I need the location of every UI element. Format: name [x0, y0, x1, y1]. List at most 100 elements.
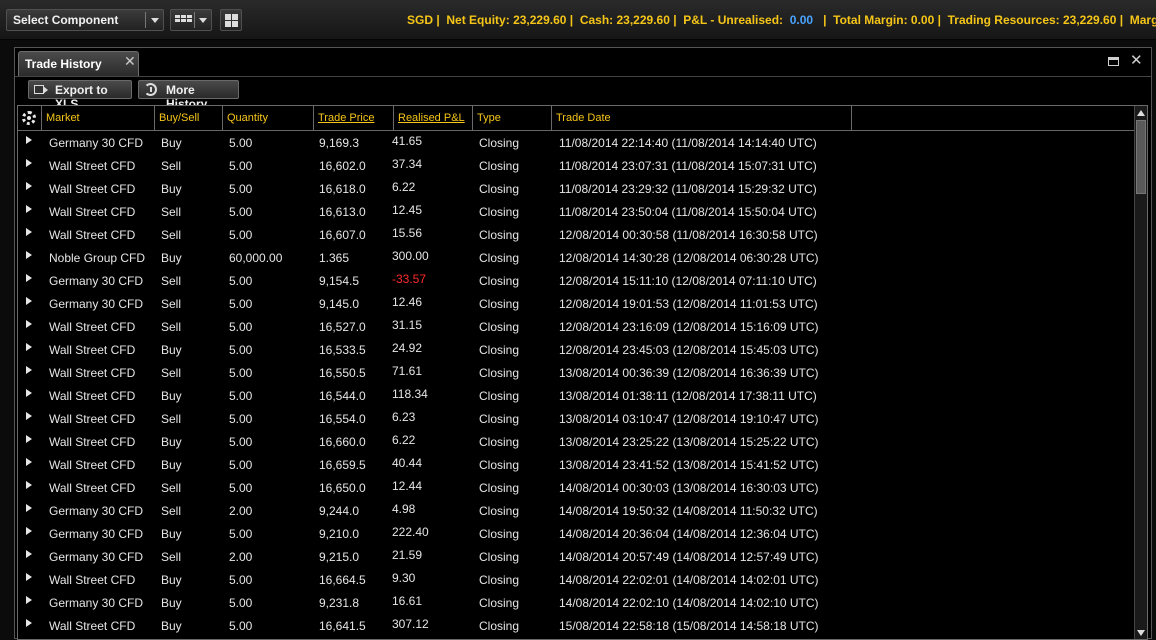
maximize-icon[interactable] — [1108, 57, 1119, 66]
column-header-trade-date[interactable]: Trade Date — [552, 106, 852, 131]
trade-date-cell: 14/08/2014 22:02:01 (14/08/2014 14:02:01… — [559, 573, 819, 587]
trade-price-cell: 16,613.0 — [319, 205, 366, 219]
trade-date-cell: 12/08/2014 15:11:10 (12/08/2014 07:11:10… — [559, 274, 817, 288]
table-row[interactable]: Wall Street CFD Buy 5.00 16,544.0 118.34 Clos… — [18, 385, 1134, 408]
expand-row-icon[interactable] — [26, 274, 32, 282]
quantity-cell: 5.00 — [229, 412, 253, 426]
export-to-xls-button[interactable]: Export to XLS — [28, 80, 132, 111]
column-header-buy-sell[interactable]: Buy/Sell — [155, 106, 223, 131]
vertical-scrollbar[interactable] — [1134, 106, 1147, 639]
table-row[interactable]: Wall Street CFD Sell 5.00 16,602.0 37.34 Clos… — [18, 155, 1134, 178]
table-row[interactable]: Germany 30 CFD Buy 5.00 9,231.8 16.61 Closing… — [18, 592, 1134, 615]
expand-row-icon[interactable] — [26, 481, 32, 489]
expand-row-icon[interactable] — [26, 550, 32, 558]
trade-price-cell: 9,244.0 — [319, 504, 360, 518]
expand-row-icon[interactable] — [26, 504, 32, 512]
table-row[interactable]: Wall Street CFD Sell 5.00 16,650.0 12.44 Clos… — [18, 477, 1134, 500]
trade-price-cell: 1.365 — [319, 251, 350, 265]
trade-price-cell: 9,210.0 — [319, 527, 360, 541]
expand-row-icon[interactable] — [26, 136, 32, 144]
expand-row-icon[interactable] — [26, 182, 32, 190]
table-row[interactable]: Noble Group CFD Buy 60,000.00 1.365 300.00 Cl… — [18, 247, 1134, 270]
close-icon[interactable]: ✕ — [1130, 51, 1143, 69]
expand-row-icon[interactable] — [26, 320, 32, 328]
table-row[interactable]: Wall Street CFD Sell 5.00 16,607.0 15.56 Clos… — [18, 224, 1134, 247]
quantity-cell: 5.00 — [229, 274, 253, 288]
window-tab[interactable]: Trade History ✕ — [18, 51, 139, 76]
table-row[interactable]: Germany 30 CFD Sell 5.00 9,154.5 -33.57 Closi… — [18, 270, 1134, 293]
pnl-unrealised-value[interactable]: 0.00 — [790, 13, 813, 27]
expand-row-icon[interactable] — [26, 619, 32, 627]
market-cell: Wall Street CFD — [49, 366, 136, 380]
expand-row-icon[interactable] — [26, 205, 32, 213]
market-cell: Germany 30 CFD — [49, 504, 144, 518]
table-row[interactable]: Wall Street CFD Sell 5.00 16,554.0 6.23 Closi… — [18, 408, 1134, 431]
column-header-realised-pnl[interactable]: Realised P&L — [394, 106, 473, 131]
quantity-cell: 5.00 — [229, 228, 253, 242]
quantity-cell: 5.00 — [229, 573, 253, 587]
buy-sell-cell: Buy — [161, 619, 182, 633]
column-header-trade-price[interactable]: Trade Price — [314, 106, 394, 131]
scroll-down-icon[interactable] — [1137, 630, 1145, 636]
table-row[interactable]: Germany 30 CFD Buy 5.00 9,169.3 41.65 Closing… — [18, 132, 1134, 155]
table-row[interactable]: Wall Street CFD Buy 5.00 16,618.0 6.22 Closin… — [18, 178, 1134, 201]
scroll-up-icon[interactable] — [1137, 110, 1145, 116]
table-row[interactable]: Germany 30 CFD Buy 5.00 9,210.0 222.40 Closin… — [18, 523, 1134, 546]
expand-row-icon[interactable] — [26, 159, 32, 167]
type-cell: Closing — [479, 159, 520, 173]
buy-sell-cell: Sell — [161, 297, 182, 311]
tile-windows-button[interactable] — [220, 9, 242, 31]
table-row[interactable]: Wall Street CFD Buy 5.00 16,641.5 307.12 Clos… — [18, 615, 1134, 638]
table-row[interactable]: Wall Street CFD Sell 5.00 16,550.5 71.61 Clos… — [18, 362, 1134, 385]
realised-pnl-cell: 118.34 — [392, 387, 428, 401]
table-row[interactable]: Wall Street CFD Buy 5.00 16,659.5 40.44 Closi… — [18, 454, 1134, 477]
trade-price-cell: 16,554.0 — [319, 412, 366, 426]
close-icon[interactable]: ✕ — [124, 53, 136, 70]
expand-row-icon[interactable] — [26, 389, 32, 397]
expand-row-icon[interactable] — [26, 412, 32, 420]
select-component-dropdown[interactable]: Select Component — [6, 9, 164, 31]
table-row[interactable]: Wall Street CFD Buy 5.00 16,664.5 9.30 Closin… — [18, 569, 1134, 592]
gear-icon[interactable] — [22, 111, 36, 125]
column-settings[interactable] — [18, 106, 42, 131]
table-row[interactable]: Wall Street CFD Sell 5.00 16,527.0 31.15 Clos… — [18, 316, 1134, 339]
table-row[interactable]: Wall Street CFD Buy 5.00 16,660.0 6.22 Closin… — [18, 431, 1134, 454]
expand-row-icon[interactable] — [26, 366, 32, 374]
expand-row-icon[interactable] — [26, 343, 32, 351]
trade-date-cell: 13/08/2014 01:38:11 (12/08/2014 17:38:11… — [559, 389, 817, 403]
expand-row-icon[interactable] — [26, 297, 32, 305]
table-row[interactable]: Germany 30 CFD Sell 2.00 9,215.0 21.59 Closin… — [18, 546, 1134, 569]
chevron-down-icon[interactable] — [199, 18, 207, 23]
type-cell: Closing — [479, 320, 520, 334]
type-cell: Closing — [479, 251, 520, 265]
market-cell: Germany 30 CFD — [49, 550, 144, 564]
chevron-down-icon[interactable] — [151, 18, 159, 23]
column-header-market[interactable]: Market — [42, 106, 155, 131]
column-header-type[interactable]: Type — [473, 106, 552, 131]
realised-pnl-cell: 4.98 — [392, 502, 416, 516]
table-row[interactable]: Wall Street CFD Buy 5.00 16,533.5 24.92 Closi… — [18, 339, 1134, 362]
type-cell: Closing — [479, 412, 520, 426]
table-row[interactable]: Germany 30 CFD Sell 5.00 9,145.0 12.46 Closin… — [18, 293, 1134, 316]
scrollbar-thumb[interactable] — [1136, 120, 1146, 194]
market-cell: Wall Street CFD — [49, 205, 136, 219]
expand-row-icon[interactable] — [26, 458, 32, 466]
market-cell: Noble Group CFD — [49, 251, 146, 265]
type-cell: Closing — [479, 205, 520, 219]
table-row[interactable]: Germany 30 CFD Sell 2.00 9,244.0 4.98 Closing… — [18, 500, 1134, 523]
total-margin-value: 0.00 — [910, 13, 935, 27]
expand-row-icon[interactable] — [26, 573, 32, 581]
layout-dropdown-button[interactable] — [170, 9, 212, 31]
export-icon — [34, 85, 48, 94]
column-header-quantity[interactable]: Quantity — [223, 106, 314, 131]
more-history-button[interactable]: More History — [138, 80, 239, 111]
table-row[interactable]: Wall Street CFD Sell 5.00 16,613.0 12.45 Clos… — [18, 201, 1134, 224]
expand-row-icon[interactable] — [26, 228, 32, 236]
expand-row-icon[interactable] — [26, 251, 32, 259]
expand-row-icon[interactable] — [26, 435, 32, 443]
type-cell: Closing — [479, 550, 520, 564]
buy-sell-cell: Buy — [161, 435, 182, 449]
realised-pnl-cell: 16.61 — [392, 594, 423, 608]
expand-row-icon[interactable] — [26, 596, 32, 604]
expand-row-icon[interactable] — [26, 527, 32, 535]
